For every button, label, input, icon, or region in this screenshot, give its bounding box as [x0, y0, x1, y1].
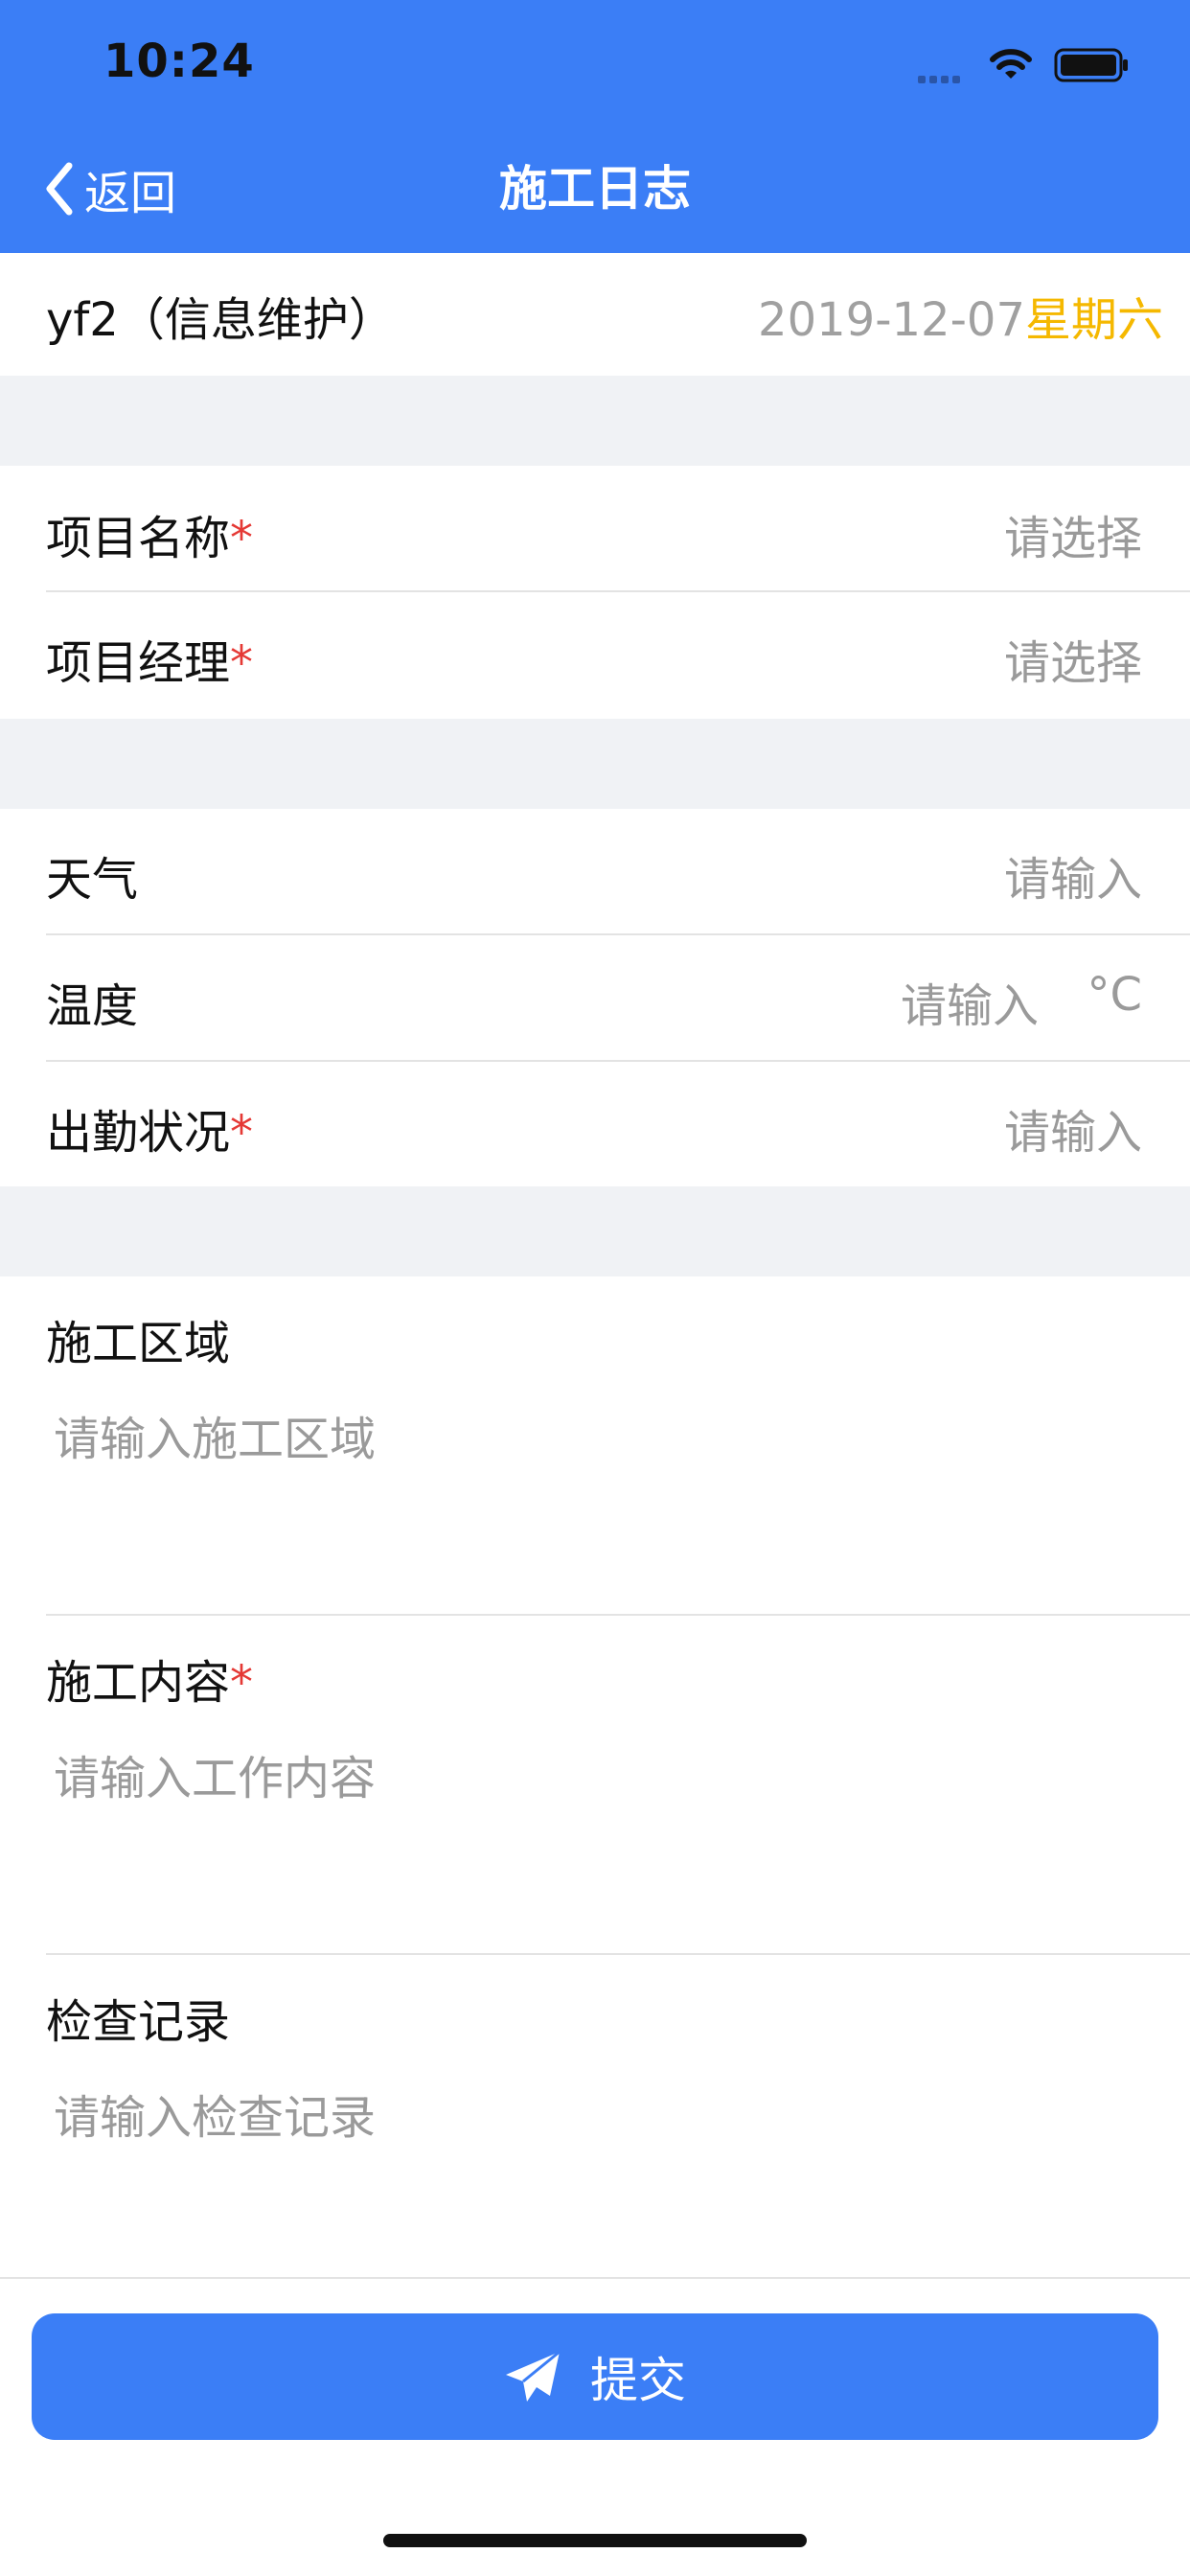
- project-section: 项目名称* 请选择 项目经理* 请选择: [0, 466, 1190, 719]
- project-manager-select[interactable]: 请选择: [1004, 625, 1142, 692]
- inspection-textarea[interactable]: 请输入检查记录: [54, 2080, 376, 2147]
- area-block: 施工区域 请输入施工区域: [0, 1276, 1190, 1614]
- page-title: 施工日志: [499, 161, 691, 217]
- battery-icon: [1054, 48, 1131, 86]
- attendance-label: 出勤状况: [46, 1106, 231, 1160]
- attendance-input[interactable]: 请输入: [1004, 1094, 1142, 1162]
- project-manager-label: 项目经理: [46, 636, 231, 690]
- user-info: yf2（信息维护）: [46, 293, 395, 347]
- weather-label: 天气: [46, 853, 139, 907]
- inspection-label: 检查记录: [46, 1995, 231, 2049]
- info-row: yf2（信息维护） 2019-12-07星期六: [0, 253, 1190, 376]
- content-block: 施工内容* 请输入工作内容: [0, 1616, 1190, 1953]
- area-textarea[interactable]: 请输入施工区域: [54, 1401, 376, 1468]
- project-name-row[interactable]: 项目名称* 请选择: [0, 466, 1190, 590]
- wifi-icon: [987, 44, 1035, 86]
- attendance-row: 出勤状况* 请输入: [0, 1062, 1190, 1186]
- section-gap: [0, 376, 1190, 466]
- divider: [0, 2277, 1190, 2279]
- weather-input[interactable]: 请输入: [1004, 841, 1142, 908]
- section-gap: [0, 1186, 1190, 1276]
- submit-label: 提交: [590, 2353, 686, 2408]
- required-mark: *: [230, 512, 254, 565]
- site-conditions-section: 天气 请输入 温度 请输入 °C 出勤状况* 请输入: [0, 809, 1190, 1186]
- submit-button[interactable]: 提交: [32, 2313, 1158, 2440]
- status-time: 10:24: [103, 34, 255, 88]
- weekday-text: 星期六: [1024, 293, 1163, 347]
- required-mark: *: [230, 1106, 254, 1160]
- signal-icon: [918, 69, 964, 87]
- required-mark: *: [230, 636, 254, 690]
- home-indicator: [383, 2534, 807, 2547]
- section-gap: [0, 719, 1190, 809]
- temperature-input[interactable]: 请输入: [901, 968, 1039, 1035]
- temperature-label: 温度: [46, 979, 139, 1033]
- content-textarea[interactable]: 请输入工作内容: [54, 1740, 376, 1807]
- date-display: 2019-12-07星期六: [758, 282, 1163, 349]
- area-label: 施工区域: [46, 1317, 231, 1370]
- work-details-section: 施工区域 请输入施工区域 施工内容* 请输入工作内容 检查记录 请输入检查记录: [0, 1276, 1190, 2279]
- project-name-label: 项目名称: [46, 512, 231, 565]
- content-label: 施工内容: [46, 1656, 231, 1710]
- project-manager-row[interactable]: 项目经理* 请选择: [0, 592, 1190, 719]
- temperature-unit: °C: [1087, 968, 1142, 1022]
- temperature-row: 温度 请输入 °C: [0, 935, 1190, 1060]
- send-icon: [506, 2350, 561, 2402]
- project-name-select[interactable]: 请选择: [1004, 500, 1142, 567]
- required-mark: *: [230, 1656, 254, 1710]
- inspection-block: 检查记录 请输入检查记录: [0, 1955, 1190, 2277]
- header-bar: 10:24 返回 施工日志: [0, 0, 1190, 253]
- weather-row: 天气 请输入: [0, 809, 1190, 933]
- date-text: 2019-12-07: [758, 293, 1025, 347]
